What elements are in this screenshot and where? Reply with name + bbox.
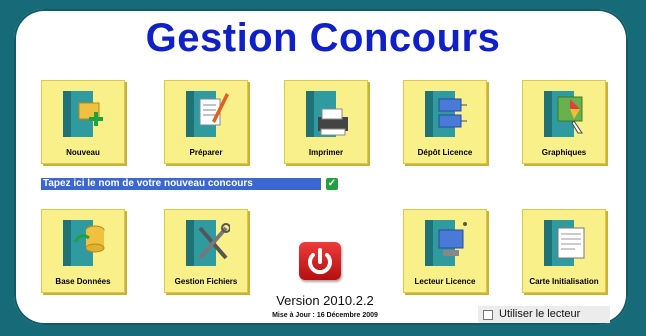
lecteur-licence-button[interactable]: Lecteur Licence xyxy=(403,209,487,293)
imprimer-label: Imprimer xyxy=(308,148,344,157)
checkbox-box[interactable] xyxy=(483,310,493,320)
carte-initialisation-label: Carte Initialisation xyxy=(529,277,599,286)
lecteur-licence-label: Lecteur Licence xyxy=(414,277,476,286)
preparer-button[interactable]: Préparer xyxy=(164,80,248,164)
power-icon xyxy=(308,248,332,275)
gestion-fichiers-button[interactable]: Gestion Fichiers xyxy=(164,209,248,293)
imprimer-button[interactable]: Imprimer xyxy=(284,80,368,164)
folder-chart-icon xyxy=(544,91,583,137)
folder-add-icon xyxy=(63,91,103,137)
carte-initialisation-button[interactable]: Carte Initialisation xyxy=(522,209,606,293)
folder-printer-icon xyxy=(306,91,348,137)
preparer-label: Préparer xyxy=(189,148,223,157)
folder-card-icon xyxy=(544,220,585,266)
folder-tools-icon xyxy=(186,220,230,266)
gestion-fichiers-label: Gestion Fichiers xyxy=(174,277,238,286)
nouveau-label: Nouveau xyxy=(66,148,100,157)
use-reader-checkbox[interactable]: Utiliser le lecteur xyxy=(478,306,610,323)
graphiques-label: Graphiques xyxy=(541,148,587,157)
graphiques-button[interactable]: Graphiques xyxy=(522,80,606,164)
base-donnees-button[interactable]: Base Données xyxy=(41,209,125,293)
app-title: Gestion Concours xyxy=(145,16,501,60)
folder-database-icon xyxy=(63,220,105,266)
folder-edit-icon xyxy=(186,91,229,137)
use-reader-label: Utiliser le lecteur xyxy=(499,308,581,320)
contest-name-input[interactable] xyxy=(41,178,321,190)
folder-network-icon xyxy=(425,91,467,137)
update-date-text: Mise à Jour : 16 Décembre 2009 xyxy=(272,312,378,319)
confirm-check-icon[interactable]: ✓ xyxy=(326,178,338,190)
folder-reader-icon xyxy=(425,220,467,266)
version-text: Version 2010.2.2 xyxy=(276,293,374,308)
depot-licence-label: Dépôt Licence xyxy=(417,148,473,157)
power-button[interactable] xyxy=(299,242,341,280)
depot-licence-button[interactable]: Dépôt Licence xyxy=(403,80,487,164)
nouveau-button[interactable]: Nouveau xyxy=(41,80,125,164)
base-donnees-label: Base Données xyxy=(55,277,111,286)
